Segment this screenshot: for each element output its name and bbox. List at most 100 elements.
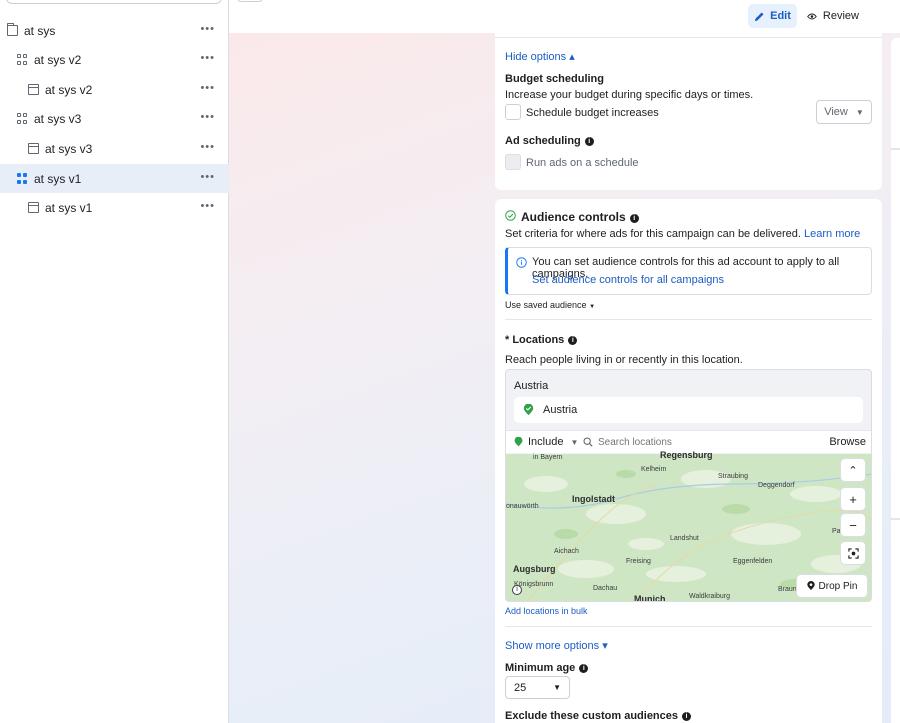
audience-desc-text: Set criteria for where ads for this camp… [505,228,801,240]
info-icon[interactable]: i [682,712,692,721]
more-options-icon[interactable]: ••• [200,142,215,153]
divider [505,626,872,627]
more-options-icon[interactable]: ••• [200,112,215,123]
tree-item-ad[interactable]: at sys v3 ••• [0,134,229,163]
schedule-budget-checkbox[interactable] [505,104,521,120]
minimum-age-title: Minimum age i [505,662,589,674]
audience-controls-title: Audience controls i [521,210,639,224]
info-icon[interactable]: i [629,214,639,223]
more-options-icon[interactable]: ••• [200,172,215,183]
map-city-label: in Bayern [533,454,563,461]
include-label: Include [528,436,564,448]
map-city-label: Freising [626,558,651,565]
minimum-age-select[interactable]: 25 ▼ [505,676,570,699]
location-chip-label: Austria [543,404,578,416]
info-icon[interactable]: i [579,664,589,673]
tree-search-input[interactable] [6,0,222,4]
pin-icon [806,581,815,590]
search-locations-input[interactable] [598,434,818,450]
map-collapse-button[interactable]: ⌃ [841,459,865,481]
divider [505,319,872,320]
show-more-options-link[interactable]: Show more options ▾ [505,639,608,652]
review-label: Review [822,10,859,22]
hide-options-link[interactable]: Hide options ▴ [505,50,575,63]
locations-title: * Locations i [505,334,578,346]
ad-scheduling-title: Ad scheduling i [505,135,594,147]
locations-desc: Reach people living in or recently in th… [505,354,743,366]
set-audience-controls-link[interactable]: Set audience controls for all campaigns [532,274,724,286]
tree-item-label: at sys v3 [34,111,82,126]
right-preview-rail [891,38,900,723]
tree-item-label: at sys v2 [34,52,82,67]
divider [495,37,882,38]
zoom-out-button[interactable]: − [841,514,865,536]
exclude-audiences-label: Exclude these custom audiences [505,710,679,722]
tree-item-label: at sys [24,23,56,38]
recenter-map-button[interactable] [841,542,865,564]
use-saved-audience-dropdown[interactable]: Use saved audience ▼ [505,300,595,310]
tree-item-adset[interactable]: at sys v3 ••• [0,104,229,133]
caret-down-icon: ▼ [589,304,596,310]
exclude-audiences-title: Exclude these custom audiences i [505,710,692,722]
info-outline-icon [516,257,527,268]
budget-scheduling-desc: Increase your budget during specific day… [505,89,754,101]
add-locations-bulk-link[interactable]: Add locations in bulk [505,606,588,616]
divider [891,148,900,150]
info-icon[interactable]: i [568,336,578,345]
tree-item-adset-selected[interactable]: at sys v1 ••• [0,164,229,193]
minus-icon: − [849,517,857,533]
tree-item-campaign[interactable]: at sys ••• [0,16,229,45]
check-circle-icon [505,210,516,221]
include-dropdown[interactable]: Include ▼ [528,436,578,448]
more-options-icon[interactable]: ••• [200,53,215,64]
edit-label: Edit [770,10,791,22]
ad-icon [28,143,39,154]
more-options-icon[interactable]: ••• [200,24,215,35]
budget-options-card: Hide options ▴ Budget scheduling Increas… [495,33,882,190]
info-icon[interactable]: i [584,137,594,146]
map-city-label: Straubing [718,473,748,480]
caret-down-icon: ▼ [570,438,579,447]
budget-scheduling-title: Budget scheduling [505,73,604,85]
drop-pin-button[interactable]: Drop Pin [797,575,867,597]
learn-more-link[interactable]: Learn more [804,228,860,240]
map-city-label: Landshut [670,535,699,542]
ad-icon [28,84,39,95]
location-chip[interactable]: Austria [514,397,863,423]
view-dropdown[interactable]: View ▼ [816,100,872,124]
adset-grid-icon [17,54,28,65]
zoom-in-button[interactable]: + [841,488,865,510]
recenter-icon [847,547,859,559]
tree-item-label: at sys v1 [45,200,93,215]
view-label: View [824,106,848,118]
audience-notice: You can set audience controls for this a… [505,247,872,295]
more-options-icon[interactable]: ••• [200,83,215,94]
location-group-label: Austria [514,380,549,392]
map-attribution-icon[interactable]: i [512,585,522,595]
run-ads-schedule-checkbox[interactable] [505,154,521,170]
tree-item-ad[interactable]: at sys v2 ••• [0,75,229,104]
plus-icon: + [849,491,857,507]
header-stub-button[interactable] [237,0,263,2]
location-map[interactable]: in Bayern Regensburg Kelheim Straubing D… [506,450,871,601]
map-city-label: Waldkraiburg [689,593,730,600]
tree-item-label: at sys v1 [34,171,82,186]
minimum-age-value: 25 [514,681,527,694]
review-button[interactable]: Review [807,4,859,28]
tree-item-label: at sys v2 [45,82,93,97]
tree-item-label: at sys v3 [45,141,93,156]
ad-scheduling-label: Ad scheduling [505,135,581,147]
saved-audience-label: Use saved audience [505,300,587,310]
map-city-label: Dachau [593,585,618,592]
adset-grid-icon [17,113,28,124]
folder-icon [7,23,18,36]
map-city-label: Regensburg [660,450,713,460]
location-selector: Austria Austria Include ▼ Browse [505,369,872,602]
tree-item-adset[interactable]: at sys v2 ••• [0,45,229,74]
more-options-icon[interactable]: ••• [200,201,215,212]
browse-button[interactable]: Browse [829,436,866,448]
edit-button[interactable]: Edit [748,4,797,28]
adset-grid-icon [17,173,28,184]
tree-item-ad[interactable]: at sys v1 ••• [0,193,229,222]
audience-controls-card: Audience controls i Set criteria for wher… [495,199,882,723]
